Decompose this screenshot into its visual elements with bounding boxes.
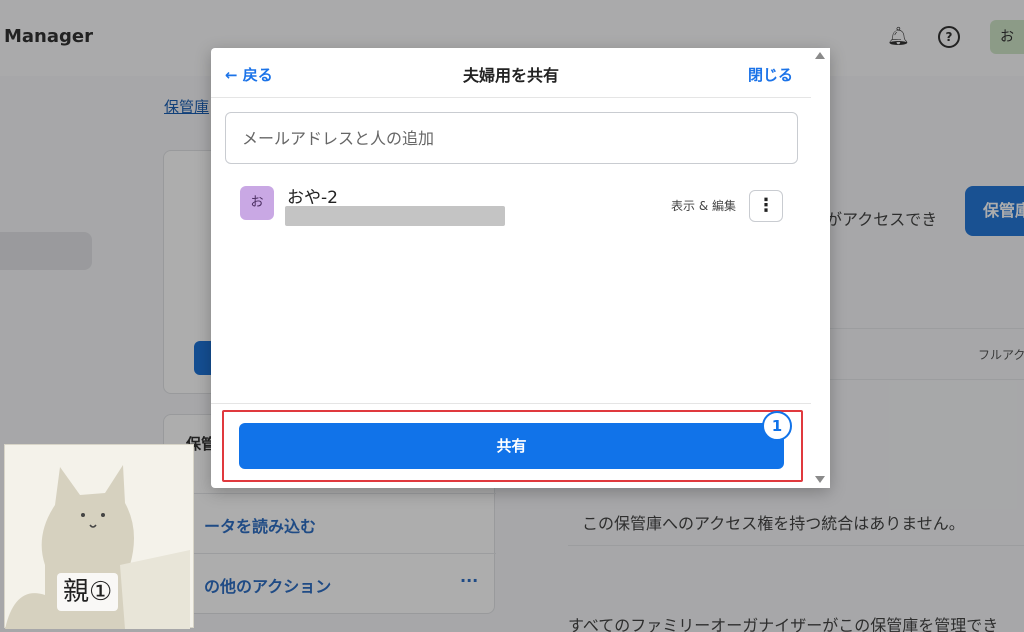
member-email-redacted xyxy=(285,206,505,226)
close-button[interactable]: 閉じる xyxy=(748,64,793,85)
dialog-header: ← 戻る 夫婦用を共有 閉じる xyxy=(211,48,811,98)
member-menu-icon[interactable]: ⋮ xyxy=(749,190,783,222)
dialog-scrollbar[interactable] xyxy=(811,48,830,488)
share-vault-dialog: ← 戻る 夫婦用を共有 閉じる お おや-2 表示 & 編集 ⋮ 共有 1 xyxy=(211,48,830,488)
member-permission: 表示 & 編集 xyxy=(671,199,736,213)
member-name: おや-2 xyxy=(287,188,338,208)
dialog-title: 夫婦用を共有 xyxy=(462,66,559,85)
cat-illustration-overlay: 親① xyxy=(4,444,194,629)
member-avatar: お xyxy=(240,186,274,220)
step-badge: 1 xyxy=(762,411,792,441)
dialog-footer: 共有 1 xyxy=(211,403,811,488)
email-input[interactable] xyxy=(225,112,798,164)
scroll-down-icon[interactable] xyxy=(815,476,825,483)
member-row: お おや-2 表示 & 編集 ⋮ xyxy=(225,178,798,228)
overlay-label: 親① xyxy=(57,573,119,611)
share-button[interactable]: 共有 xyxy=(239,423,784,469)
scroll-up-icon[interactable] xyxy=(815,52,825,59)
